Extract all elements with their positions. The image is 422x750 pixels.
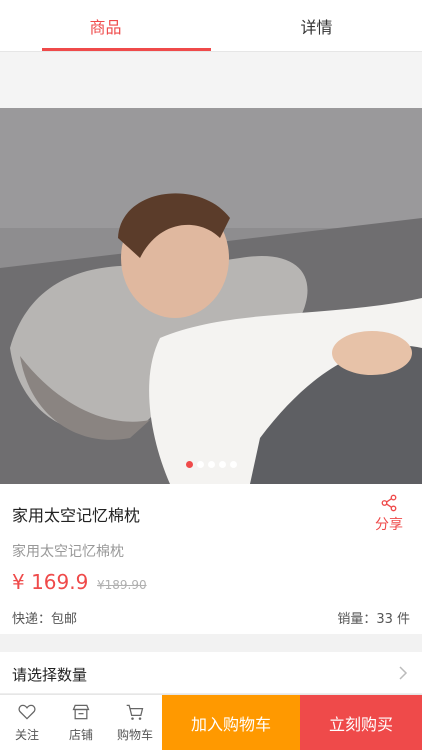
current-price: ¥ 169.9 — [12, 570, 89, 594]
heart-icon — [18, 704, 36, 720]
cart-icon — [126, 704, 144, 720]
chevron-right-icon — [399, 666, 408, 680]
product-page: 商品 详情 家用太空记忆棉枕 分享 家用太空记忆棉枕 ¥ 169.9 ¥189.… — [0, 0, 422, 750]
share-label: 分享 — [375, 517, 403, 533]
carousel-dot[interactable] — [207, 461, 215, 468]
tab-details-label: 详情 — [300, 17, 333, 37]
share-icon — [381, 494, 397, 512]
carousel-dot[interactable] — [229, 461, 237, 468]
carousel-dot[interactable] — [185, 461, 193, 468]
product-image[interactable] — [0, 108, 422, 484]
store-icon — [72, 704, 90, 720]
shipping-info: 快递：包邮 — [12, 612, 78, 627]
cart-label: 购物车 — [116, 728, 153, 742]
product-title: 家用太空记忆棉枕 — [12, 506, 141, 525]
store-label: 店铺 — [68, 728, 93, 742]
product-info: 家用太空记忆棉枕 分享 家用太空记忆棉枕 ¥ 169.9 ¥189.90 快递：… — [0, 484, 422, 634]
quantity-label: 请选择数量 — [12, 666, 88, 684]
add-to-cart-button[interactable]: 加入购物车 — [162, 695, 300, 750]
follow-label: 关注 — [14, 728, 39, 742]
sales-count: 销量：33 件 — [337, 612, 410, 627]
bottom-action-bar: 关注 店铺 购物车 加入购物车 立刻购买 — [0, 694, 422, 750]
tab-product[interactable]: 商品 — [0, 0, 211, 51]
follow-button[interactable]: 关注 — [0, 695, 54, 750]
top-tabs: 商品 详情 — [0, 0, 422, 52]
cart-button[interactable]: 购物车 — [108, 695, 162, 750]
carousel-dot[interactable] — [218, 461, 226, 468]
original-price: ¥189.90 — [97, 578, 147, 592]
carousel-dots — [0, 461, 422, 468]
store-button[interactable]: 店铺 — [54, 695, 108, 750]
quantity-selector[interactable]: 请选择数量 — [0, 652, 422, 694]
share-button[interactable]: 分享 — [372, 494, 406, 534]
product-gallery — [0, 52, 422, 484]
buy-now-button[interactable]: 立刻购买 — [300, 695, 422, 750]
product-subtitle: 家用太空记忆棉枕 — [12, 544, 124, 560]
tab-details[interactable]: 详情 — [211, 0, 422, 51]
tab-product-label: 商品 — [89, 17, 122, 37]
carousel-dot[interactable] — [196, 461, 204, 468]
